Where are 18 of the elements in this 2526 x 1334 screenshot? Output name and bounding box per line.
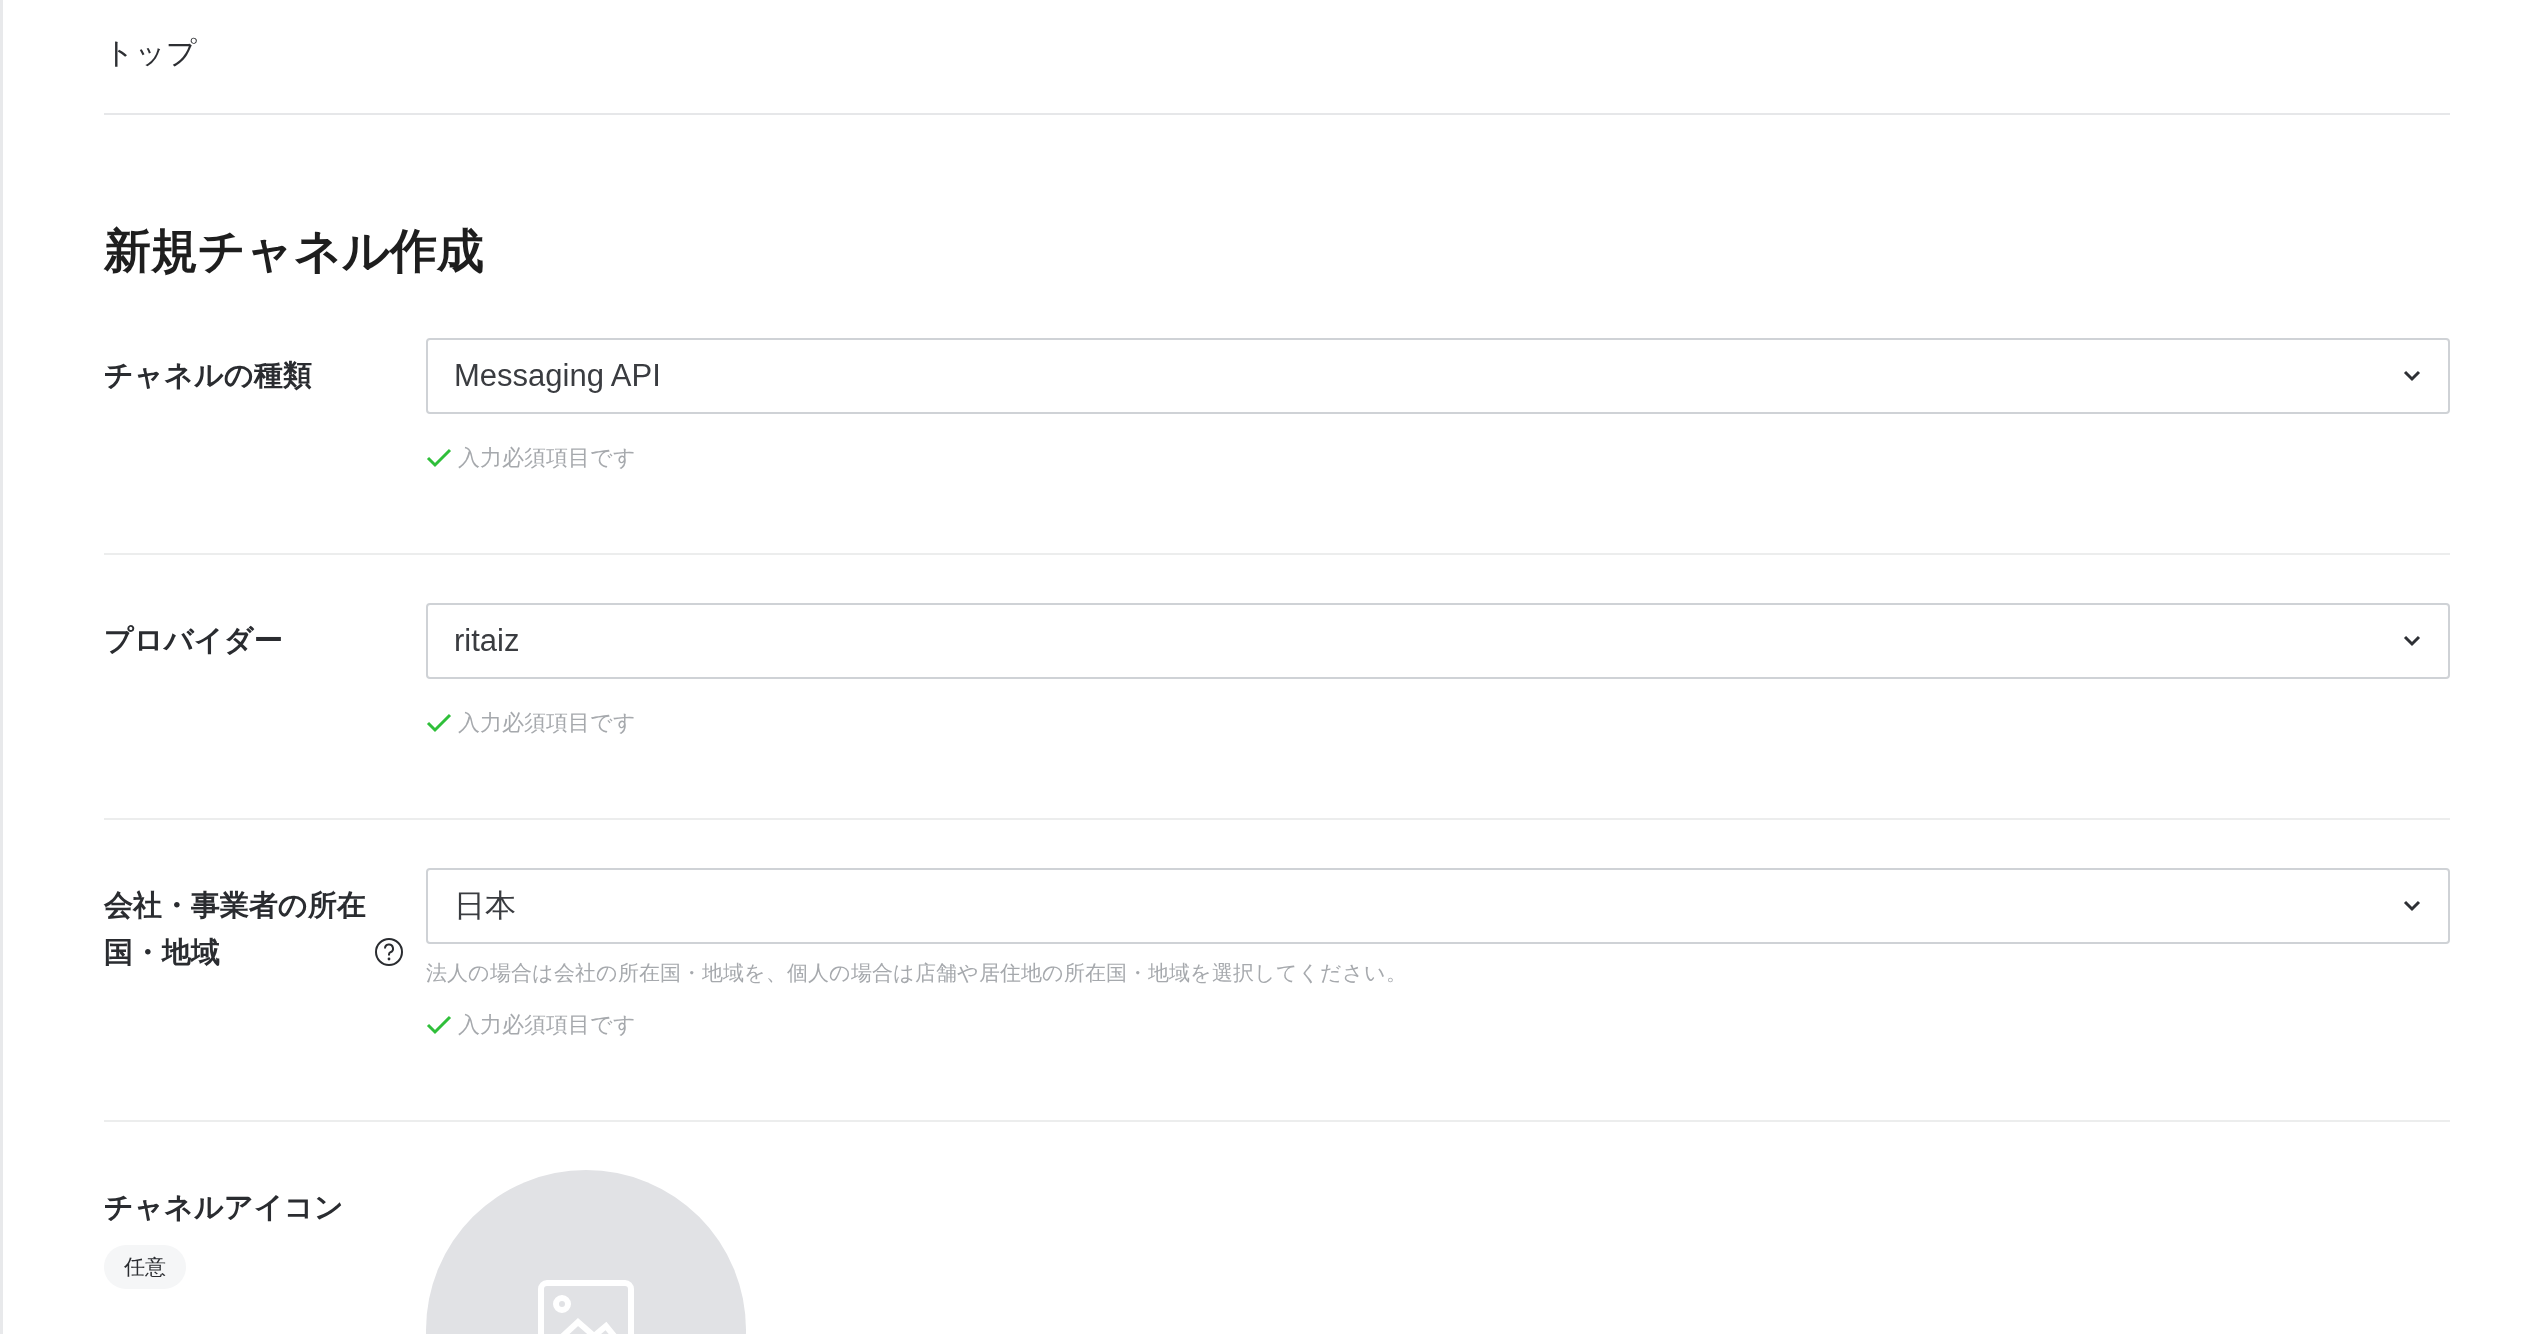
field-label: プロバイダー — [104, 623, 283, 658]
validation-text: 入力必須項目です — [458, 444, 636, 472]
field-label: 会社・事業者の所在国・地域 — [104, 888, 366, 970]
optional-badge: 任意 — [104, 1245, 186, 1289]
select-field[interactable]: ritaiz — [426, 603, 2450, 679]
hint-text: 法人の場合は会社の所在国・地域を、個人の場合は店舗や居住地の所在国・地域を選択してください。 — [426, 960, 1408, 986]
validation-text: 入力必須項目です — [458, 709, 636, 737]
field-label: チャネルの種類 — [104, 358, 312, 393]
chevron-down-icon — [2402, 634, 2422, 648]
chevron-down-icon — [2402, 899, 2422, 913]
select-field[interactable]: 日本 — [426, 868, 2450, 944]
breadcrumb-link[interactable]: トップ — [104, 33, 197, 80]
select-field[interactable]: Messaging API — [426, 338, 2450, 414]
chevron-down-icon — [2402, 369, 2422, 383]
field-label: チャネルアイコン — [104, 1190, 344, 1225]
validation-text: 入力必須項目です — [458, 1011, 636, 1039]
page-title: 新規チャネル作成 — [104, 223, 485, 279]
help-icon[interactable] — [374, 937, 404, 967]
